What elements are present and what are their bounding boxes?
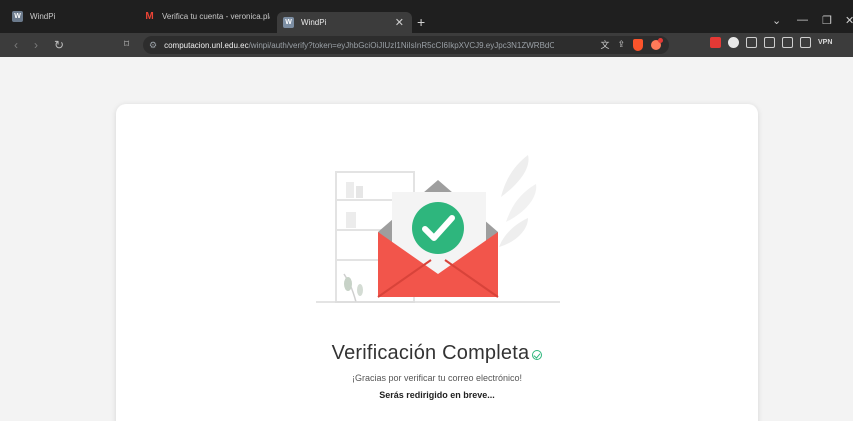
gmail-icon: M (145, 11, 154, 22)
sidebar-icon[interactable] (782, 37, 793, 48)
site-info-icon[interactable]: ⚙ (149, 40, 157, 51)
restore-button[interactable]: ❐ (822, 14, 832, 27)
tab-gmail[interactable]: M Verifica tu cuenta - veronica.placenci… (144, 0, 274, 33)
address-bar[interactable]: ⚙ computacion.unl.edu.ec/winpi/auth/veri… (143, 36, 669, 54)
tab-title: WindPi (30, 12, 56, 21)
new-tab-button[interactable]: + (417, 15, 425, 29)
close-tab-icon[interactable]: ✕ (395, 16, 404, 29)
close-window-button[interactable]: ✕ (845, 14, 853, 27)
address-bar-icons: 文 ⇪ (600, 37, 663, 51)
windpi-favicon: W (12, 11, 23, 22)
email-verified-illustration (316, 155, 560, 303)
verification-card: Verificación Completa ¡Gracias por verif… (116, 104, 758, 421)
redirect-message: Serás redirigido en breve... (379, 390, 495, 400)
tab-search-chevron-icon[interactable]: ⌄ (772, 14, 781, 27)
extension-icon[interactable] (746, 37, 757, 48)
brave-rewards-icon[interactable] (651, 37, 663, 50)
bookmark-icon[interactable]: ⌑ (124, 37, 129, 53)
tab-windpi-active[interactable]: W WindPi ✕ (277, 12, 412, 33)
wallet-icon[interactable] (800, 37, 811, 48)
url-text: computacion.unl.edu.ec/winpi/auth/verify… (164, 40, 555, 50)
thanks-message: ¡Gracias por verificar tu correo electró… (351, 373, 523, 383)
extension-icon[interactable] (710, 37, 721, 48)
minimize-button[interactable]: — (797, 14, 808, 26)
check-circle-icon (532, 349, 543, 360)
tab-windpi-1[interactable]: W WindPi (12, 0, 137, 33)
translate-icon[interactable]: 文 (600, 38, 609, 51)
title-row: Verificación Completa (116, 342, 758, 365)
brave-shield-icon[interactable] (633, 38, 643, 51)
forward-button[interactable]: › (34, 37, 38, 53)
tab-title: Verifica tu cuenta - veronica.placencia (162, 12, 270, 21)
puzzle-icon[interactable] (764, 37, 775, 48)
tab-title: WindPi (301, 18, 327, 27)
profile-icon[interactable] (728, 37, 739, 48)
browser-tab-bar: W WindPi M Verifica tu cuenta - veronica… (0, 0, 853, 33)
share-icon[interactable]: ⇪ (617, 39, 625, 50)
vpn-button[interactable]: VPN (818, 39, 832, 46)
extensions-row: VPN (710, 37, 832, 48)
reload-icon[interactable]: ↻ (54, 37, 64, 53)
browser-toolbar: ‹ › ↻ ⌑ ⚙ computacion.unl.edu.ec/winpi/a… (0, 33, 853, 57)
windpi-favicon: W (283, 17, 294, 28)
back-button[interactable]: ‹ (14, 37, 18, 53)
page-title: Verificación Completa (331, 342, 530, 364)
